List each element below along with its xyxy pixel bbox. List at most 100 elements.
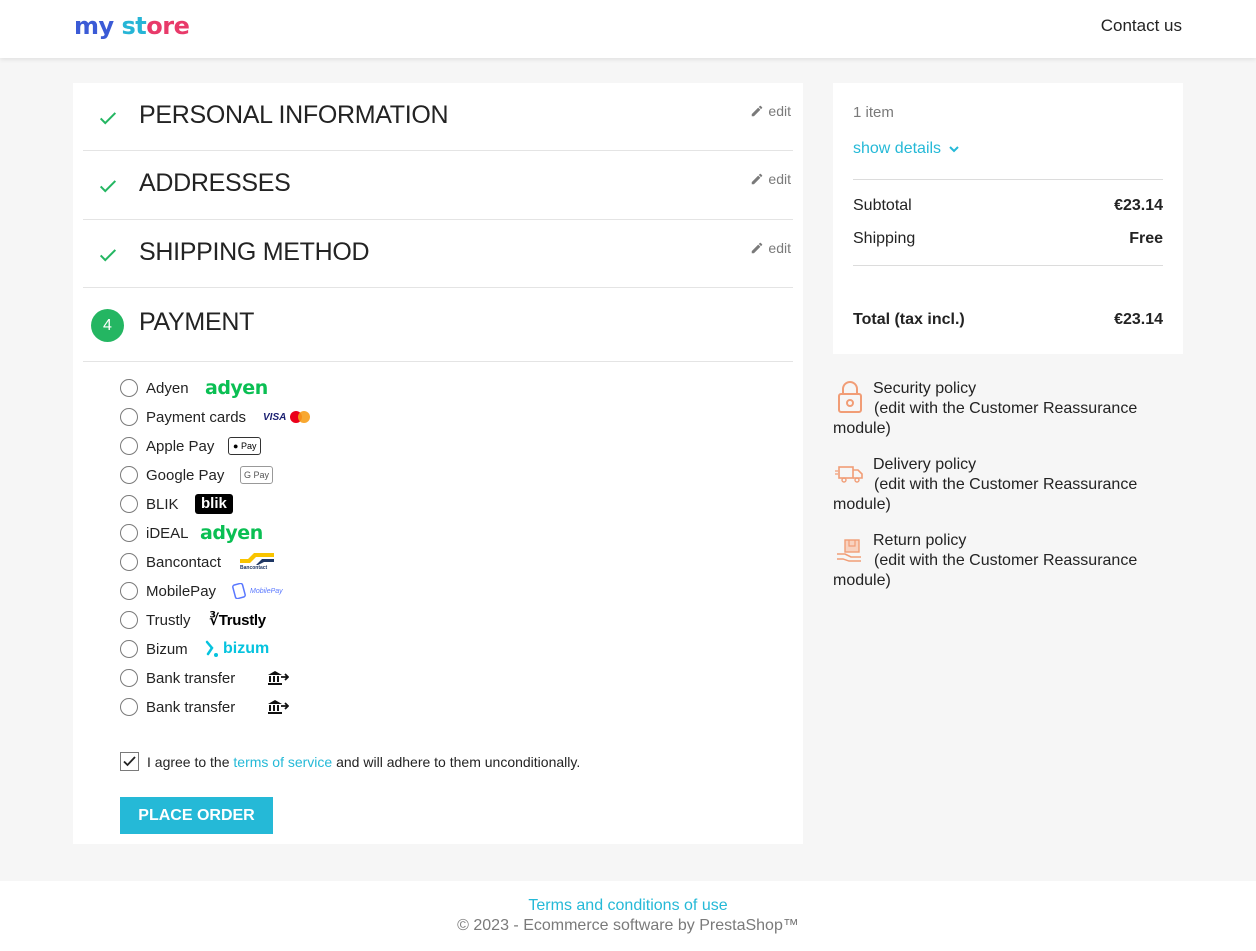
payment-radio[interactable] [120,582,138,600]
payment-option-google-pay[interactable]: Google Pay G Pay [120,464,274,486]
payment-option-blik[interactable]: BLIK blik [120,493,233,515]
payment-radio[interactable] [120,611,138,629]
step-personal-information[interactable]: Personal Information edit [83,83,793,151]
payment-option-label: BLIK [146,495,179,513]
trustly-logo: ∛​ Trustly [209,611,266,630]
payment-radio[interactable] [120,379,138,397]
payment-option-bancontact[interactable]: Bancontact Bancontact [120,551,274,573]
payment-option-ideal[interactable]: iDEAL adyen [120,522,263,544]
subtotal-line: Subtotal €23.14 [853,197,1163,215]
payment-option-bizum[interactable]: Bizum bizum [120,638,269,660]
site-header: my store Contact us [0,0,1256,58]
payment-option-adyen[interactable]: Adyen adyen [120,377,268,399]
reassurance-description: (edit with the Customer Reassurance modu… [833,552,1138,589]
bancontact-mark-icon [240,553,274,565]
blik-logo: blik [195,493,233,515]
checkout-steps-card: Personal Information edit Addresses edit… [73,83,803,844]
checkmark-icon [99,112,117,125]
bancontact-logo-text: Bancontact [240,565,268,571]
copyright-text: © 2023 - Ecommerce software by PrestaSho… [457,917,799,934]
bizum-logo-text: bizum [223,640,270,657]
apple-pay-logo: ● Pay [228,435,262,457]
mastercard-icon [290,411,311,423]
divider [853,179,1163,180]
bancontact-logo: Bancontact [240,551,274,573]
pencil-icon [752,105,763,117]
site-footer: Terms and conditions of use © 2023 - Eco… [0,881,1256,951]
edit-addresses-button[interactable]: edit [750,171,791,187]
payment-option-label: Bancontact [146,553,222,571]
visa-mastercard-logo: VISA [263,406,311,428]
payment-option-trustly[interactable]: Trustly ∛​ Trustly [120,609,266,631]
shipping-value: Free [1129,230,1163,247]
reassurance-description: (edit with the Customer Reassurance modu… [833,476,1138,513]
total-value: €23.14 [1114,311,1163,328]
step-title: Shipping Method [139,238,370,266]
payment-option-label: Apple Pay [146,437,215,455]
step-number-badge: 4 [91,309,124,342]
divider [853,265,1163,266]
terms-of-service-link[interactable]: terms of service [233,754,332,770]
checkmark-icon [123,756,136,767]
shipping-label: Shipping [853,230,916,247]
subtotal-label: Subtotal [853,197,912,214]
payment-radio[interactable] [120,553,138,571]
google-pay-text: G Pay [240,466,274,484]
step-title: Personal Information [139,101,449,129]
google-pay-logo: G Pay [240,464,274,486]
mobilepay-mark-icon [232,583,246,599]
step-shipping-method[interactable]: Shipping Method edit [83,220,793,288]
step-payment: 4 Payment [83,288,793,362]
payment-radio[interactable] [120,524,138,542]
contact-us-link[interactable]: Contact us [1101,16,1182,36]
bank-transfer-icon [267,667,289,689]
apple-pay-text: Pay [240,441,257,451]
adyen-logo: adyen [200,522,263,544]
edit-label: edit [768,240,791,256]
adyen-logo-text: adyen [205,377,268,399]
payment-option-mobilepay[interactable]: MobilePay MobilePay [120,580,283,602]
payment-option-bank-transfer[interactable]: Bank transfer [120,667,289,689]
edit-shipping-method-button[interactable]: edit [750,240,791,256]
payment-radio[interactable] [120,640,138,658]
payment-option-label: MobilePay [146,582,217,600]
payment-option-bank-transfer[interactable]: Bank transfer [120,696,289,718]
show-details-toggle[interactable]: show details [853,140,961,158]
reassurance-title: Security policy [873,380,977,397]
place-order-button[interactable]: Place order [120,797,273,834]
payment-option-label: Trustly [146,611,191,629]
edit-label: edit [768,171,791,187]
shipping-line: Shipping Free [853,230,1163,248]
payment-option-cards[interactable]: Payment cards VISA [120,406,311,428]
terms-checkbox[interactable] [120,752,139,771]
logo-text-part [114,12,122,40]
checkmark-icon [99,249,117,262]
terms-and-conditions-link[interactable]: Terms and conditions of use [0,897,1256,915]
cart-items-count: 1 item [853,104,894,121]
payment-radio[interactable] [120,408,138,426]
pencil-icon [752,173,763,185]
edit-personal-information-button[interactable]: edit [750,103,791,119]
terms-text-after: and will adhere to them unconditionally. [332,753,581,770]
chevron-down-icon [949,146,959,153]
payment-option-label: Payment cards [146,408,247,426]
bank-transfer-icon [267,696,289,718]
store-logo[interactable]: my store [74,12,190,40]
step-title: Payment [139,308,255,336]
payment-radio[interactable] [120,437,138,455]
payment-radio[interactable] [120,495,138,513]
logo-text-part: st [121,12,147,40]
payment-option-label: Bank transfer [146,669,236,687]
reassurance-title: Delivery policy [873,456,977,473]
reassurance-description: (edit with the Customer Reassurance modu… [833,400,1138,437]
bizum-mark-icon [205,640,218,657]
payment-radio[interactable] [120,669,138,687]
payment-option-apple-pay[interactable]: Apple Pay ● Pay [120,435,262,457]
step-addresses[interactable]: Addresses edit [83,151,793,220]
checkmark-icon [99,180,117,193]
payment-radio[interactable] [120,466,138,484]
total-label: Total (tax incl.) [853,311,965,328]
payment-option-label: Adyen [146,379,189,397]
payment-radio[interactable] [120,698,138,716]
subtotal-value: €23.14 [1114,197,1163,214]
